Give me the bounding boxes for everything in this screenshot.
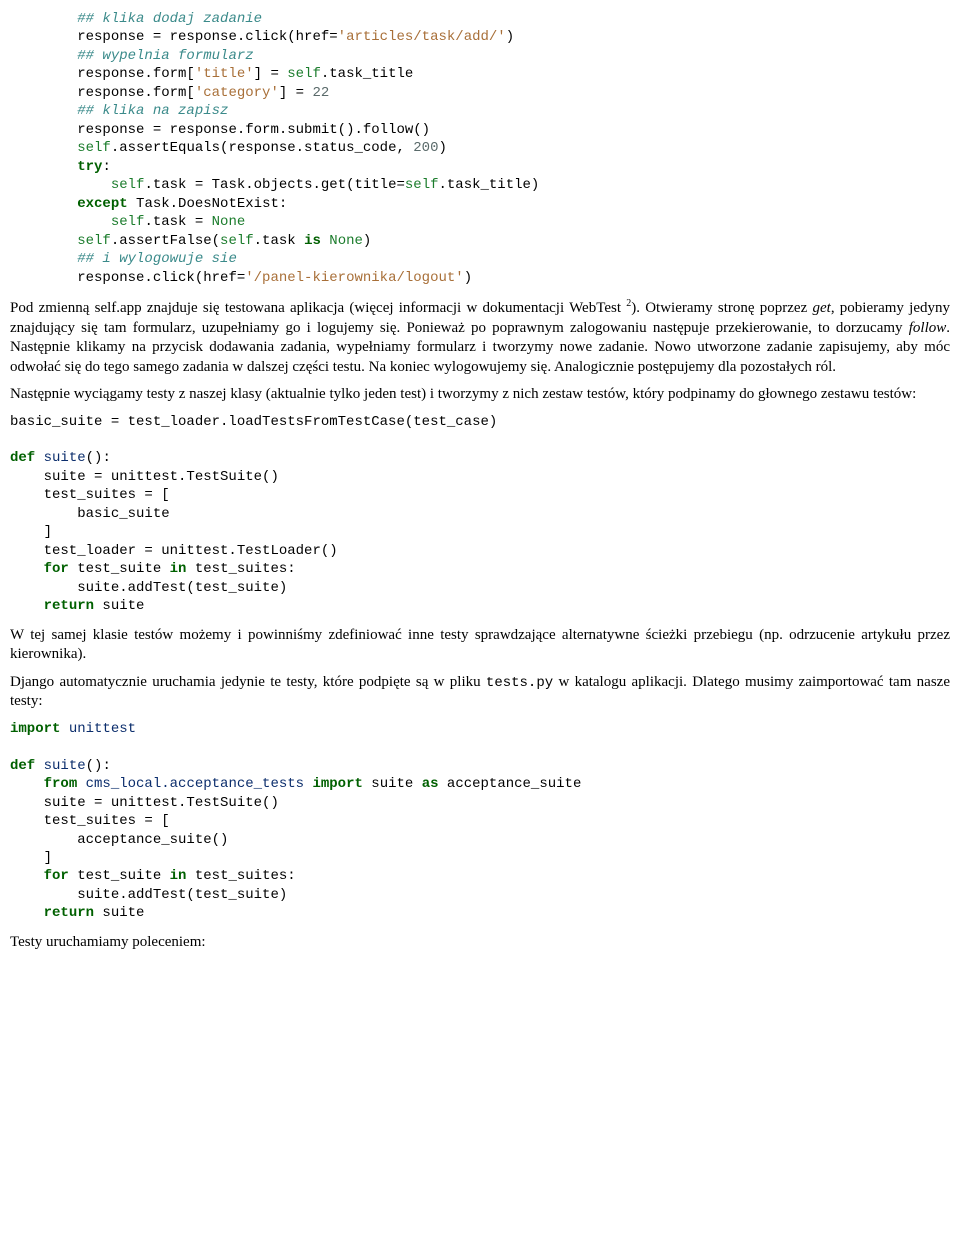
paragraph-5: Testy uruchamiamy poleceniem: bbox=[10, 933, 950, 953]
paragraph-4: Django automatycznie uruchamia jedynie t… bbox=[10, 673, 950, 712]
paragraph-2: Następnie wyciągamy testy z naszej klasy… bbox=[10, 385, 950, 405]
paragraph-3: W tej samej klasie testów możemy i powin… bbox=[10, 626, 950, 665]
paragraph-1: Pod zmienną self.app znajduje się testow… bbox=[10, 297, 950, 377]
code-block-1: ## klika dodaj zadanie response = respon… bbox=[10, 10, 950, 287]
code-block-3: import unittest def suite(): from cms_lo… bbox=[10, 720, 950, 923]
code-block-2: basic_suite = test_loader.loadTestsFromT… bbox=[10, 413, 950, 616]
